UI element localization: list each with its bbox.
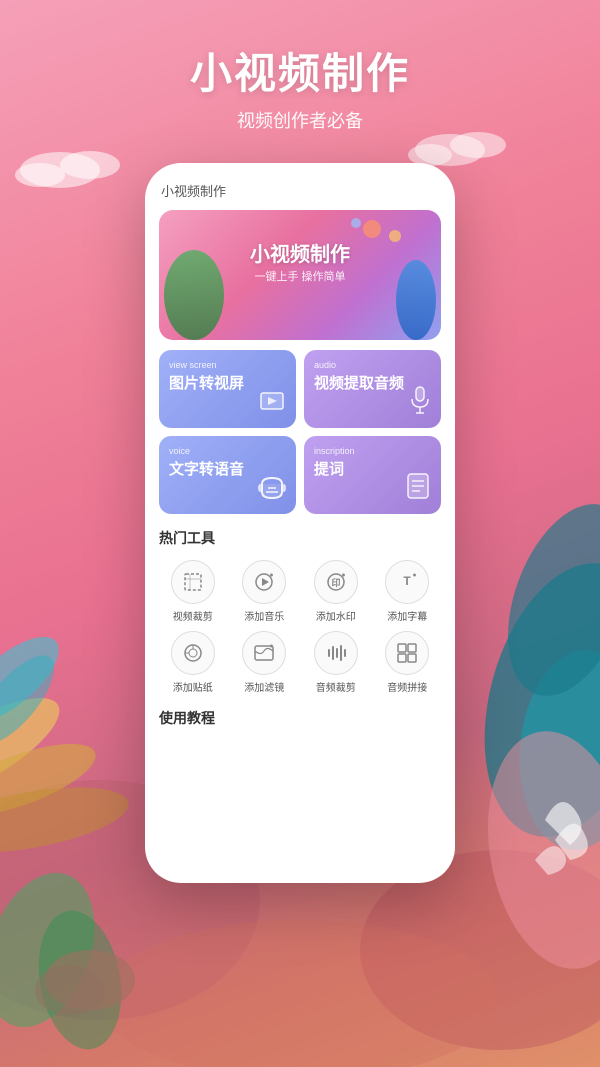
tool-icon-add-filter <box>242 631 286 675</box>
feature-card-label-2: voice <box>169 446 286 456</box>
hot-tools-title: 热门工具 <box>159 528 441 548</box>
tool-label-0: 视频裁剪 <box>173 608 213 623</box>
tool-item-audio-merge[interactable]: 音频拼接 <box>374 631 442 694</box>
tool-icon-add-subtitle: T <box>385 560 429 604</box>
feature-card-voice[interactable]: voice 文字转语音 <box>159 436 296 514</box>
tools-grid: 视频裁剪 添加音乐 印 <box>159 560 441 694</box>
banner-deco-circle1 <box>363 220 381 238</box>
tool-item-add-music[interactable]: 添加音乐 <box>231 560 299 623</box>
tool-item-add-filter[interactable]: 添加滤镜 <box>231 631 299 694</box>
tool-label-3: 添加字幕 <box>387 608 427 623</box>
tool-label-5: 添加滤镜 <box>244 679 284 694</box>
feature-card-label-3: inscription <box>314 446 431 456</box>
app-subtitle: 视频创作者必备 <box>0 107 600 133</box>
header: 小视频制作 视频创作者必备 <box>0 0 600 153</box>
banner-sub-text: 一键上手 操作简单 <box>254 268 345 284</box>
tool-item-add-watermark[interactable]: 印 添加水印 <box>302 560 370 623</box>
tool-icon-audio-merge <box>385 631 429 675</box>
phone-wrapper: 小视频制作 小视频制作 一键上手 操作简单 view screen 图片转视屏 <box>0 163 600 883</box>
banner-deco-circle3 <box>351 218 361 228</box>
tool-icon-audio-crop <box>314 631 358 675</box>
banner-main-text: 小视频制作 <box>250 238 350 267</box>
banner-figure-right <box>396 260 436 340</box>
app-title: 小视频制作 <box>0 40 600 101</box>
feature-card-label-1: audio <box>314 360 431 370</box>
phone-mockup: 小视频制作 小视频制作 一键上手 操作简单 view screen 图片转视屏 <box>145 163 455 883</box>
phone-app-title: 小视频制作 <box>159 181 441 200</box>
feature-card-audio[interactable]: audio 视频提取音频 <box>304 350 441 428</box>
tool-icon-add-watermark: 印 <box>314 560 358 604</box>
tool-icon-add-music <box>242 560 286 604</box>
feature-card-label-0: view screen <box>169 360 286 370</box>
tool-icon-add-sticker <box>171 631 215 675</box>
tool-item-audio-crop[interactable]: 音频裁剪 <box>302 631 370 694</box>
banner[interactable]: 小视频制作 一键上手 操作简单 <box>159 210 441 340</box>
tool-label-6: 音频裁剪 <box>316 679 356 694</box>
tutorial-title: 使用教程 <box>159 708 441 728</box>
feature-card-icon-3 <box>405 472 431 506</box>
tool-label-4: 添加贴纸 <box>173 679 213 694</box>
feature-card-view-screen[interactable]: view screen 图片转视屏 <box>159 350 296 428</box>
feature-card-icon-0 <box>260 392 286 420</box>
feature-grid: view screen 图片转视屏 audio 视频提取音频 <box>159 350 441 514</box>
tool-label-7: 音频拼接 <box>387 679 427 694</box>
svg-text:T: T <box>404 574 412 588</box>
feature-card-icon-2 <box>258 474 286 506</box>
tool-icon-video-crop <box>171 560 215 604</box>
tool-item-add-subtitle[interactable]: T 添加字幕 <box>374 560 442 623</box>
feature-card-title-0: 图片转视屏 <box>169 372 286 393</box>
svg-text:印: 印 <box>331 577 340 588</box>
tool-item-add-sticker[interactable]: 添加贴纸 <box>159 631 227 694</box>
tool-label-1: 添加音乐 <box>244 608 284 623</box>
tool-item-video-crop[interactable]: 视频裁剪 <box>159 560 227 623</box>
tool-label-2: 添加水印 <box>316 608 356 623</box>
feature-card-icon-1 <box>409 386 431 420</box>
banner-deco-circle2 <box>389 230 401 242</box>
feature-card-inscription[interactable]: inscription 提词 <box>304 436 441 514</box>
banner-figure-left <box>164 250 224 340</box>
